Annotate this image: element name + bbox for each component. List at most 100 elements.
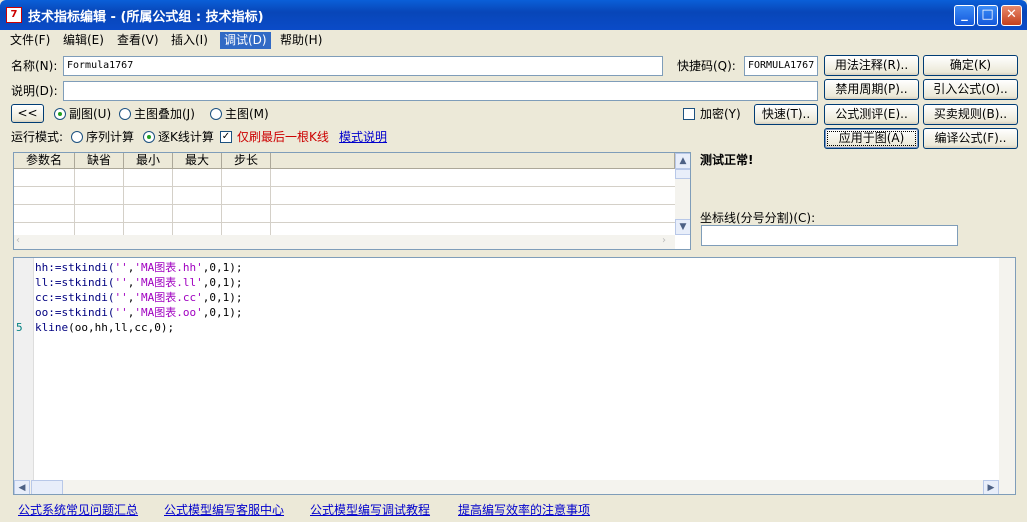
param-header-default[interactable]: 缺省 [75, 153, 124, 169]
menu-debug[interactable]: 调试(D) [220, 32, 271, 49]
menu-bar: 文件(F) 编辑(E) 查看(V) 插入(I) 调试(D) 帮助(H) [0, 30, 1027, 50]
menu-edit[interactable]: 编辑(E) [59, 32, 108, 49]
line-number: 5 [16, 321, 23, 334]
code-token: (oo,hh,ll,cc,0); [68, 321, 175, 334]
editor-vscrollbar[interactable] [999, 258, 1015, 494]
menu-insert[interactable]: 插入(I) [167, 32, 212, 49]
title-bar[interactable]: 7 技术指标编辑 - (所属公式组 : 技术指标) _ □ ✕ [0, 0, 1027, 30]
footer-link-tutorial[interactable]: 公式模型编写调试教程 [310, 501, 430, 519]
test-status-message: 测试正常! [700, 153, 754, 167]
table-row[interactable] [14, 205, 675, 223]
shortcut-label: 快捷码(Q): [677, 59, 736, 73]
param-vscrollbar[interactable]: ▲ ▼ [675, 153, 690, 235]
encrypt-label: 加密(Y) [700, 107, 741, 121]
scroll-right-icon[interactable]: ▶ [983, 480, 999, 494]
code-line[interactable]: oo:=stkindi('','MA图表.oo',0,1); [35, 305, 242, 320]
editor-hscrollbar[interactable]: ◀ ▶ [14, 480, 999, 494]
radio-main-chart[interactable] [210, 108, 222, 120]
column-divider [123, 169, 124, 235]
axis-lines-input[interactable] [701, 225, 958, 246]
close-button[interactable]: ✕ [1001, 5, 1022, 26]
scroll-up-icon[interactable]: ▲ [675, 153, 690, 169]
disable-period-button[interactable]: 禁用周期(P).. [824, 79, 919, 100]
run-mode-label: 运行模式: [11, 130, 64, 144]
radio-per-bar-calc-label: 逐K线计算 [158, 130, 214, 144]
encrypt-checkbox[interactable] [683, 108, 695, 120]
code-token: 'MA图表.cc' [134, 291, 203, 304]
code-line[interactable]: ll:=stkindi('','MA图表.ll',0,1); [35, 275, 242, 290]
ok-button[interactable]: 确定(K) [923, 55, 1018, 76]
usage-notes-button[interactable]: 用法注释(R).. [824, 55, 919, 76]
code-token: ,0,1); [202, 291, 243, 304]
code-token: 'MA图表.hh' [134, 261, 203, 274]
import-formula-button[interactable]: 引入公式(O).. [923, 79, 1018, 100]
code-token: ll:=stkindi( [35, 276, 115, 289]
radio-series-calc[interactable] [71, 131, 83, 143]
minimize-button[interactable]: _ [954, 5, 975, 26]
code-token: 'MA图表.ll' [134, 276, 203, 289]
menu-help[interactable]: 帮助(H) [276, 32, 326, 49]
apply-to-chart-button[interactable]: 应用于图(A) [824, 128, 919, 149]
code-token: ,0,1); [202, 261, 243, 274]
code-line[interactable]: kline(oo,hh,ll,cc,0); [35, 320, 174, 335]
mode-help-link[interactable]: 模式说明 [339, 128, 387, 146]
scroll-left-icon[interactable]: ◀ [14, 480, 30, 494]
scroll-down-icon[interactable]: ▼ [675, 219, 690, 235]
app-icon: 7 [6, 7, 22, 23]
param-header-name[interactable]: 参数名 [14, 153, 75, 169]
window-title: 技术指标编辑 - (所属公式组 : 技术指标) [28, 10, 264, 25]
desc-input[interactable] [63, 81, 818, 101]
scroll-thumb[interactable] [675, 169, 690, 179]
table-row[interactable] [14, 169, 675, 187]
code-editor[interactable]: hh:=stkindi('','MA图表.hh',0,1); ll:=stkind… [13, 257, 1016, 495]
footer-link-service[interactable]: 公式模型编写客服中心 [164, 501, 284, 519]
code-line[interactable]: cc:=stkindi('','MA图表.cc',0,1); [35, 290, 242, 305]
column-divider [221, 169, 222, 235]
code-token: '' [114, 306, 128, 319]
footer-link-efficiency[interactable]: 提高编写效率的注意事项 [458, 501, 590, 519]
code-token: cc:=stkindi( [35, 291, 115, 304]
maximize-button[interactable]: □ [977, 5, 998, 26]
shortcut-input[interactable]: FORMULA1767 [744, 56, 818, 76]
code-token: ,0,1); [202, 306, 243, 319]
scroll-left-icon[interactable]: ‹ [16, 235, 20, 246]
compile-formula-button[interactable]: 编译公式(F).. [923, 128, 1018, 149]
code-line[interactable]: hh:=stkindi('','MA图表.hh',0,1); [35, 260, 242, 275]
param-header-max[interactable]: 最大 [173, 153, 222, 169]
radio-per-bar-calc[interactable] [143, 131, 155, 143]
code-token: ,0,1); [202, 276, 243, 289]
menu-view[interactable]: 查看(V) [113, 32, 163, 49]
param-table[interactable]: 参数名 缺省 最小 最大 步长 ▲ ▼ ‹ › [13, 152, 691, 250]
code-token: oo:=stkindi( [35, 306, 115, 319]
code-token: kline [35, 321, 69, 334]
refresh-last-checkbox[interactable]: ✓ [220, 131, 232, 143]
radio-sub-chart[interactable] [54, 108, 66, 120]
code-token: hh:=stkindi( [35, 261, 115, 274]
name-input[interactable]: Formula1767 [63, 56, 663, 76]
code-token: '' [114, 291, 128, 304]
menu-file[interactable]: 文件(F) [6, 32, 54, 49]
param-header-blank [271, 153, 675, 169]
param-hscrollbar[interactable]: ‹ › [14, 235, 675, 249]
scroll-thumb[interactable] [31, 480, 63, 494]
collapse-button[interactable]: << [11, 104, 44, 123]
param-header-step[interactable]: 步长 [222, 153, 271, 169]
radio-sub-chart-label: 副图(U) [69, 107, 112, 121]
trade-rules-button[interactable]: 买卖规则(B).. [923, 104, 1018, 125]
table-row[interactable] [14, 187, 675, 205]
column-divider [270, 169, 271, 235]
column-divider [172, 169, 173, 235]
name-label: 名称(N): [11, 59, 58, 73]
desc-label: 说明(D): [11, 84, 58, 98]
radio-main-overlay-label: 主图叠加(J) [134, 107, 195, 121]
footer-link-faq[interactable]: 公式系统常见问题汇总 [18, 501, 138, 519]
scroll-right-icon[interactable]: › [662, 235, 666, 246]
column-divider [74, 169, 75, 235]
code-token: '' [114, 276, 128, 289]
formula-test-button[interactable]: 公式测评(E).. [824, 104, 919, 125]
param-header-min[interactable]: 最小 [124, 153, 173, 169]
quick-button[interactable]: 快速(T).. [754, 104, 818, 125]
code-token: '' [114, 261, 128, 274]
line-gutter [14, 258, 34, 480]
radio-main-overlay[interactable] [119, 108, 131, 120]
